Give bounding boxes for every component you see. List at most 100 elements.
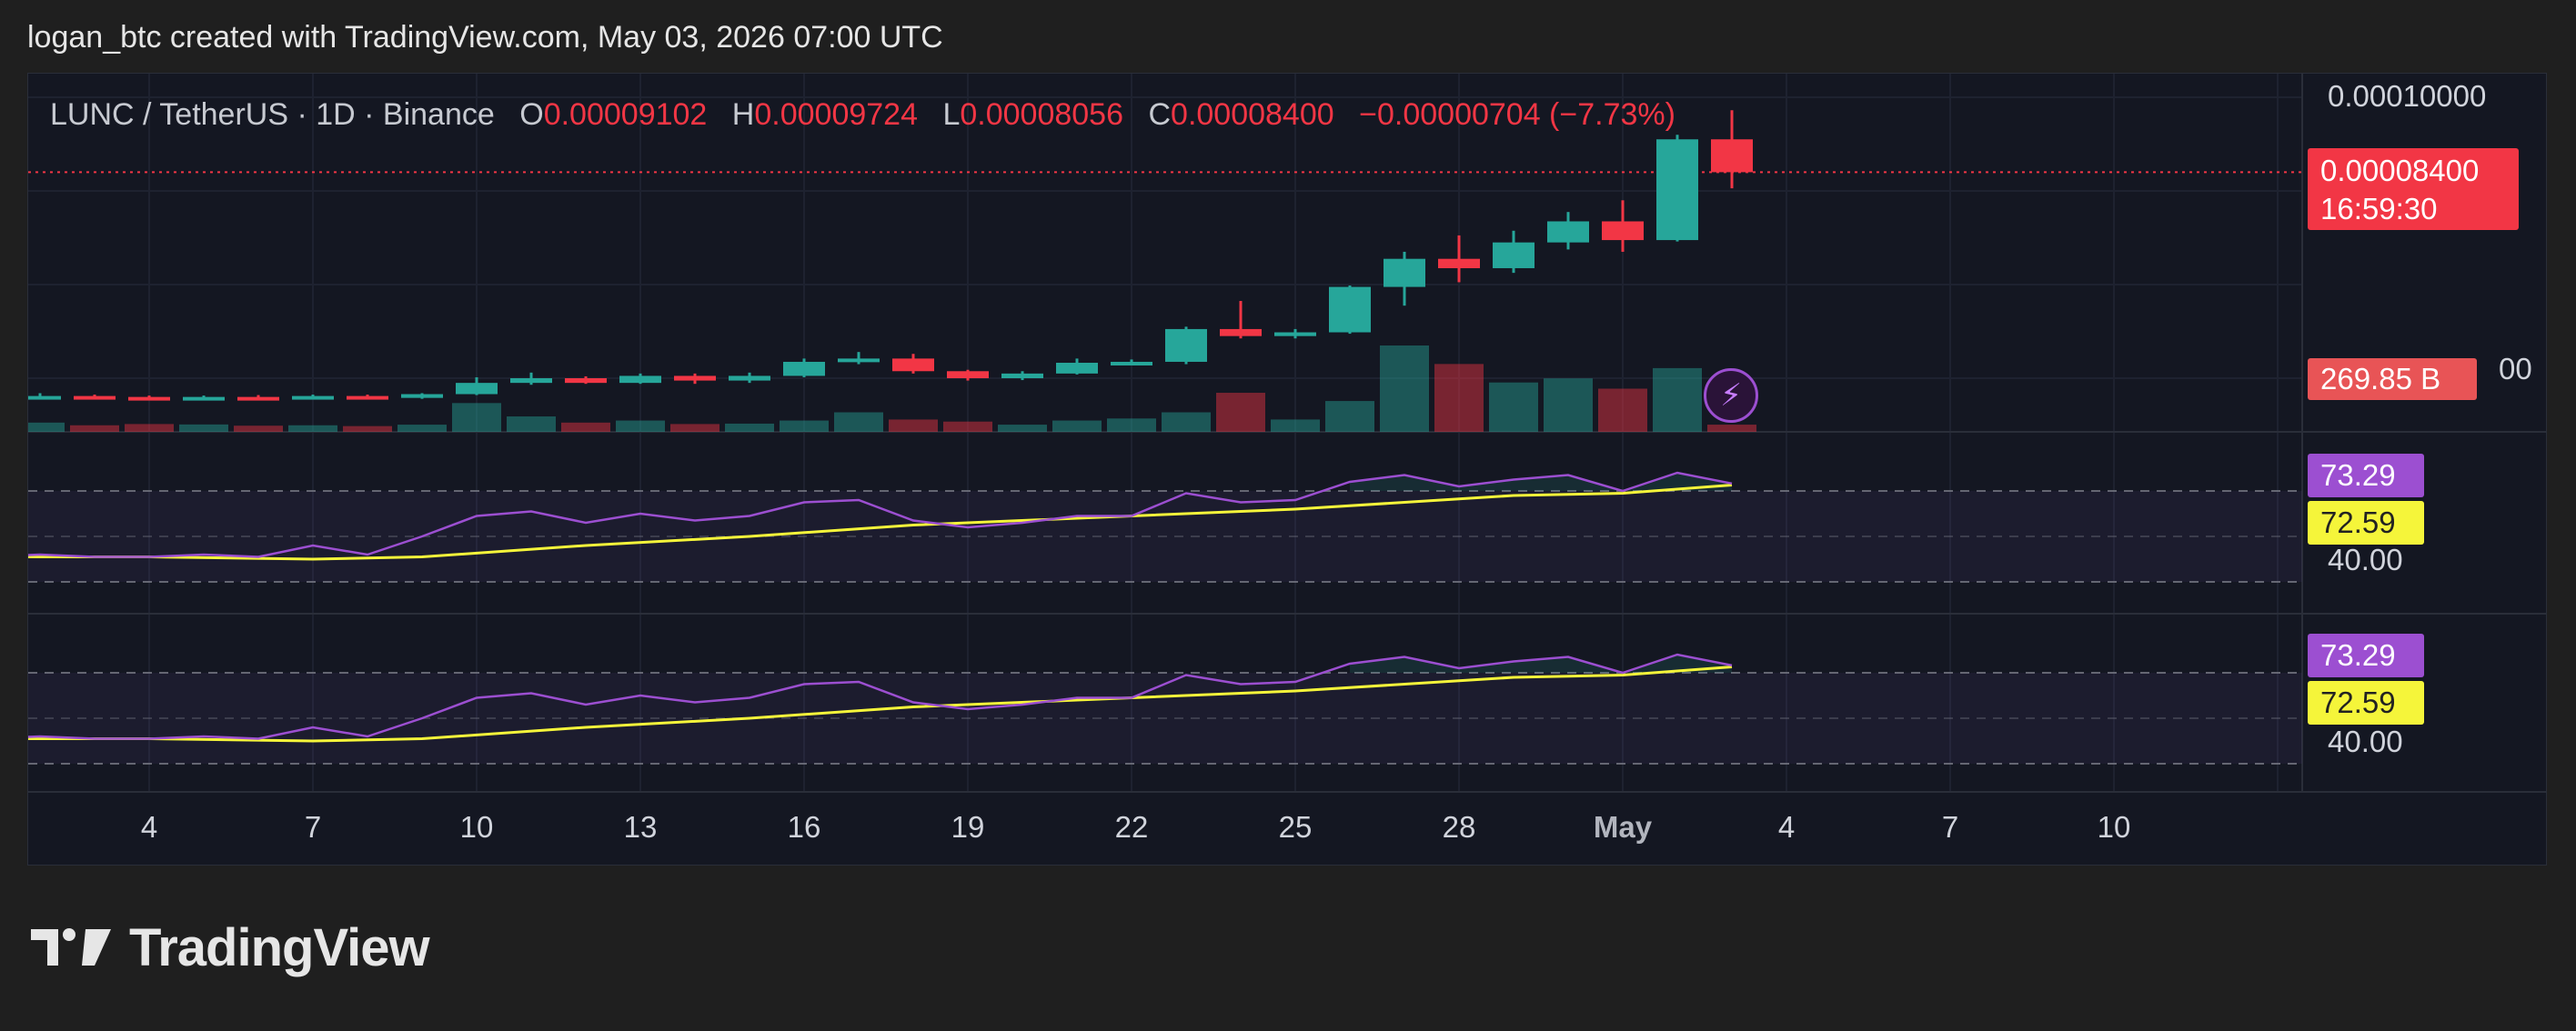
candle-body (1711, 139, 1753, 173)
bar-countdown: 16:59:30 (2320, 192, 2438, 225)
candle-body (1220, 328, 1262, 336)
volume-bar (616, 420, 665, 432)
candle-body (1547, 221, 1589, 243)
candle-body (783, 361, 825, 376)
volume-bar (561, 422, 610, 432)
volume-bar (1162, 412, 1211, 432)
candle-body (1656, 139, 1698, 241)
candle-body (1438, 258, 1480, 268)
footer-brand: TradingView (129, 917, 430, 977)
price-axis-tick: 0.00010000 (2328, 79, 2486, 113)
time-axis-tick: 10 (2098, 810, 2131, 844)
tradingview-logo[interactable]: TradingView (31, 917, 430, 977)
high-value: 0.00009724 (754, 97, 918, 132)
volume-bar (507, 416, 556, 432)
candle-body (1384, 258, 1425, 287)
time-axis-tick: 28 (1443, 810, 1476, 844)
time-axis-tick: 4 (141, 810, 157, 844)
low-value: 0.00008056 (960, 97, 1124, 132)
rsi2-ma-badge: 72.59 (2308, 681, 2424, 725)
candle-body (565, 378, 607, 384)
time-axis-tick: May (1594, 810, 1653, 844)
rsi1-ma-badge: 72.59 (2308, 501, 2424, 545)
candle-body (674, 375, 716, 381)
symbol-label[interactable]: LUNC / TetherUS · 1D · Binance (50, 97, 495, 132)
volume-bar (1325, 401, 1374, 432)
candle-body (619, 375, 661, 384)
time-axis-tick: 25 (1279, 810, 1313, 844)
volume-bar (1544, 378, 1593, 432)
candle-body (892, 358, 934, 372)
high-label: H (731, 97, 755, 132)
volume-bar (343, 425, 392, 432)
candle-body (510, 378, 552, 384)
candle-body (838, 358, 880, 363)
open-label: O (519, 97, 544, 132)
candle-body (1602, 221, 1644, 241)
volume-bar (1380, 345, 1429, 432)
volume-bar (1653, 367, 1702, 432)
tradingview-logo-icon (31, 928, 111, 966)
volume-bar (1434, 364, 1484, 432)
candle-body (28, 395, 61, 400)
candle-body (74, 395, 116, 400)
time-axis-tick: 16 (788, 810, 821, 844)
volume-bar (179, 424, 228, 432)
rsi-axis-tick: 40.00 (2328, 725, 2403, 758)
candle-body (1165, 328, 1207, 362)
volume-bar (1216, 393, 1265, 432)
candle-body (183, 396, 225, 401)
time-axis-tick: 4 (1778, 810, 1795, 844)
candle-body (401, 394, 443, 398)
candle-body (292, 395, 334, 400)
time-axis-tick: 10 (460, 810, 494, 844)
volume-bar (1052, 420, 1102, 432)
last-price-value: 0.00008400 (2320, 154, 2480, 187)
close-value: 0.00008400 (1171, 97, 1334, 132)
volume-bar (234, 425, 283, 432)
volume-bar (125, 424, 174, 432)
volume-bar (1598, 388, 1647, 432)
rsi-layer (28, 471, 2302, 765)
volume-bar (397, 425, 447, 432)
open-value: 0.00009102 (543, 97, 708, 132)
volume-badge: 269.85 B (2308, 358, 2477, 400)
volume-bar (28, 422, 65, 432)
close-label: C (1148, 97, 1172, 132)
volume-bar (1271, 419, 1320, 432)
symbol-legend[interactable]: LUNC / TetherUS · 1D · Binance O0.000091… (50, 97, 1675, 133)
volume-bar (725, 423, 774, 432)
volume-bar (670, 424, 719, 432)
volume-bar (943, 421, 992, 432)
time-axis-tick: 22 (1115, 810, 1149, 844)
volume-bar (1107, 418, 1156, 432)
volume-layer (28, 345, 1756, 432)
last-price-badge: 0.00008400 16:59:30 (2308, 148, 2519, 230)
low-label: L (942, 97, 961, 132)
candle-layer (28, 110, 2302, 401)
time-axis-tick: 13 (624, 810, 658, 844)
candle-body (128, 396, 170, 401)
chart-canvas[interactable]: 40.0040.000.000100000.000060000047101316… (28, 74, 2547, 866)
candle-body (1274, 332, 1316, 336)
candle-body (1111, 361, 1152, 365)
volume-bar (834, 412, 883, 432)
time-axis-tick: 19 (951, 810, 985, 844)
chart-attribution: logan_btc created with TradingView.com, … (27, 20, 943, 55)
rsi-axis-tick: 40.00 (2328, 543, 2403, 576)
volume-bar (889, 419, 938, 432)
time-axis-tick: 7 (1942, 810, 1958, 844)
volume-bar (288, 425, 337, 432)
candle-body (347, 395, 388, 400)
volume-bar (70, 425, 119, 432)
time-axis-tick: 7 (305, 810, 321, 844)
rsi1-value-badge: 73.29 (2308, 454, 2424, 497)
candle-body (456, 383, 498, 395)
candle-body (729, 375, 770, 381)
chart-frame[interactable]: 40.0040.000.000100000.000060000047101316… (27, 73, 2547, 866)
volume-bar (998, 425, 1047, 432)
price-axis-tick: 00 (2499, 352, 2532, 385)
candle-body (1001, 373, 1043, 378)
candle-body (1493, 242, 1535, 268)
lightning-bolt-icon[interactable]: ⚡ (1704, 368, 1758, 423)
